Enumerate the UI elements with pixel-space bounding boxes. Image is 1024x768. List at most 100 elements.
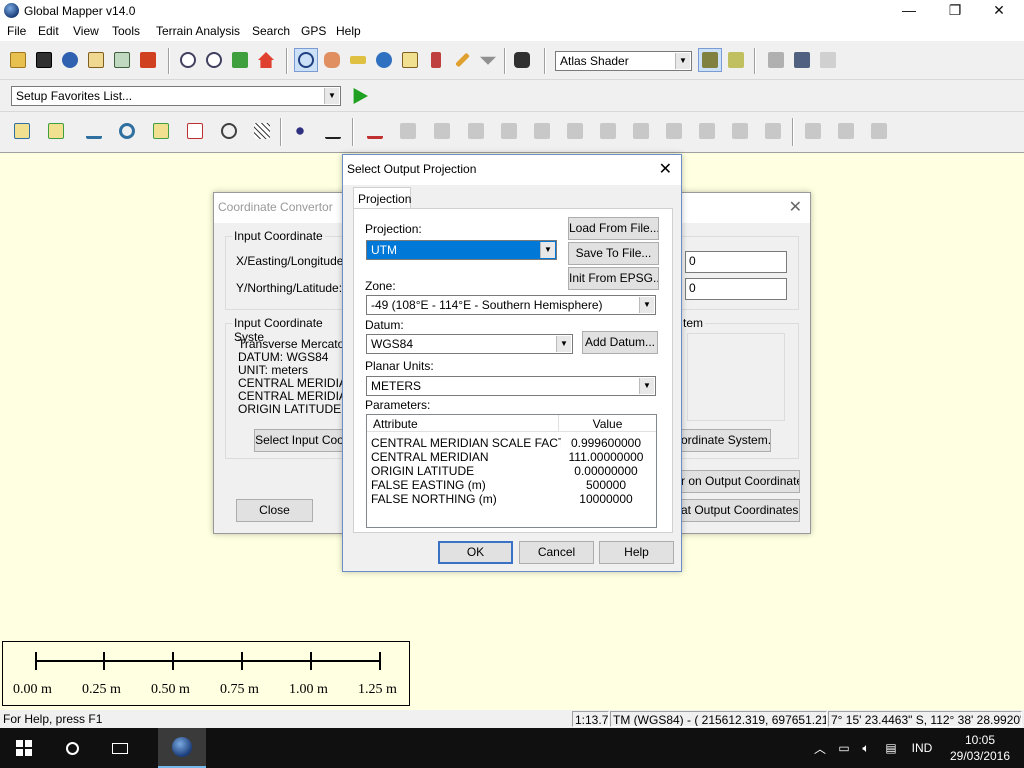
3d-view-button[interactable]: [724, 48, 748, 72]
menu-help[interactable]: Help: [336, 24, 361, 38]
home-button[interactable]: [254, 48, 278, 72]
minimize-button[interactable]: —: [886, 0, 932, 22]
col-value-header[interactable]: Value: [559, 415, 656, 432]
col-attribute-header[interactable]: Attribute: [367, 415, 559, 432]
notification-icon[interactable]: ▤: [880, 728, 902, 768]
config-button[interactable]: [136, 48, 160, 72]
parameters-table[interactable]: Attribute Value CENTRAL MERIDIAN SCALE F…: [366, 414, 657, 528]
close-icon[interactable]: ✕: [659, 159, 672, 179]
format-output-button[interactable]: at Output Coordinates...: [681, 499, 800, 522]
close-icon[interactable]: ✕: [789, 197, 802, 217]
table-row[interactable]: FALSE NORTHING (m) 10000000: [371, 492, 651, 506]
open-file-button[interactable]: [6, 48, 30, 72]
zoom-out-button[interactable]: [202, 48, 226, 72]
view-shed-button[interactable]: [424, 48, 448, 72]
planar-units-select[interactable]: METERS ▼: [366, 376, 656, 396]
table-row[interactable]: ORIGIN LATITUDE 0.00000000: [371, 464, 651, 478]
add-datum-button[interactable]: Add Datum...: [582, 331, 658, 354]
measure-tool-button[interactable]: [346, 48, 370, 72]
table-row[interactable]: CENTRAL MERIDIAN SCALE FACT... 0.99960000…: [371, 436, 651, 450]
export-button[interactable]: [764, 48, 788, 72]
projection-select[interactable]: UTM ▼: [366, 240, 557, 260]
load-from-file-button[interactable]: Load From File...: [568, 217, 659, 240]
pan-tool-button[interactable]: [320, 48, 344, 72]
create-rect-button[interactable]: [41, 116, 71, 146]
edit-line-button[interactable]: [360, 116, 390, 146]
gps-button[interactable]: [510, 48, 534, 72]
cogo-button[interactable]: [180, 116, 210, 146]
create-area-button[interactable]: [7, 116, 37, 146]
dropdown-tool-button[interactable]: [476, 48, 500, 72]
menu-file[interactable]: File: [7, 24, 26, 38]
maximize-button[interactable]: ❐: [932, 0, 978, 22]
path-profile-button[interactable]: [398, 48, 422, 72]
zone-select[interactable]: -49 (108°E - 114°E - Southern Hemisphere…: [366, 295, 656, 315]
network-icon[interactable]: ▭: [834, 728, 854, 768]
help-button[interactable]: Help: [599, 541, 674, 564]
disabled-tool-4[interactable]: [494, 116, 524, 146]
ok-button[interactable]: OK: [438, 541, 513, 564]
disabled-tool-13[interactable]: [798, 116, 828, 146]
menu-edit[interactable]: Edit: [38, 24, 59, 38]
disabled-tool-2[interactable]: [427, 116, 457, 146]
menu-tools[interactable]: Tools: [112, 24, 140, 38]
disabled-tool-10[interactable]: [692, 116, 722, 146]
close-window-button[interactable]: ✕: [976, 0, 1022, 22]
chevron-up-icon[interactable]: ︿: [810, 728, 830, 768]
disabled-tool-14[interactable]: [831, 116, 861, 146]
disabled-tool-1[interactable]: [393, 116, 423, 146]
close-button[interactable]: Close: [236, 499, 313, 522]
menu-gps[interactable]: GPS: [301, 24, 326, 38]
disabled-tool-11[interactable]: [725, 116, 755, 146]
menu-search[interactable]: Search: [252, 24, 290, 38]
task-view-button[interactable]: [96, 728, 144, 768]
taskbar-app-global-mapper[interactable]: [158, 728, 206, 768]
screen-capture-button[interactable]: [790, 48, 814, 72]
insert-vertex-button[interactable]: [318, 116, 348, 146]
tab-projection[interactable]: Projection: [353, 187, 411, 209]
disabled-tool-8[interactable]: [626, 116, 656, 146]
vertex-button[interactable]: [285, 116, 315, 146]
language-indicator[interactable]: IND: [906, 728, 938, 768]
center-output-button[interactable]: r on Output Coordinates: [681, 470, 800, 493]
grid-button[interactable]: [247, 116, 277, 146]
output-y-field[interactable]: 0: [685, 278, 787, 300]
favorites-select[interactable]: Setup Favorites List... ▼: [11, 86, 341, 106]
search-button[interactable]: [48, 728, 96, 768]
cancel-button[interactable]: Cancel: [519, 541, 594, 564]
volume-icon[interactable]: 🔈︎: [856, 728, 876, 768]
disabled-tool-9[interactable]: [659, 116, 689, 146]
table-row[interactable]: CENTRAL MERIDIAN 111.00000000: [371, 450, 651, 464]
create-line-button[interactable]: [79, 116, 109, 146]
shader-select[interactable]: Atlas Shader ▼: [555, 51, 692, 71]
save-button[interactable]: [32, 48, 56, 72]
init-from-epsg-button[interactable]: Init From EPSG...: [568, 267, 659, 290]
digitizer-button[interactable]: [450, 48, 474, 72]
datum-select[interactable]: WGS84 ▼: [366, 334, 573, 354]
clock[interactable]: 10:05 29/03/2016: [940, 732, 1020, 764]
info-tool-button[interactable]: [372, 48, 396, 72]
zoom-in-button[interactable]: [176, 48, 200, 72]
disabled-tool-7[interactable]: [593, 116, 623, 146]
menu-terrain-analysis[interactable]: Terrain Analysis: [156, 24, 240, 38]
workspace-button[interactable]: [110, 48, 134, 72]
zoom-full-button[interactable]: [228, 48, 252, 72]
star-button[interactable]: [816, 48, 840, 72]
range-ring-button[interactable]: [214, 116, 244, 146]
create-circle-button[interactable]: [112, 116, 142, 146]
disabled-tool-12[interactable]: [758, 116, 788, 146]
zoom-tool-button[interactable]: [294, 48, 318, 72]
start-button[interactable]: [0, 728, 48, 768]
run-favorite-button[interactable]: [348, 84, 372, 108]
disabled-tool-3[interactable]: [461, 116, 491, 146]
disabled-tool-6[interactable]: [560, 116, 590, 146]
disabled-tool-15[interactable]: [864, 116, 894, 146]
select-input-system-button[interactable]: Select Input Coo: [254, 429, 344, 452]
save-to-file-button[interactable]: Save To File...: [568, 242, 659, 265]
create-buffer-button[interactable]: [146, 116, 176, 146]
select-output-system-button[interactable]: ordinate System...: [681, 429, 771, 452]
overlay-control-button[interactable]: [84, 48, 108, 72]
menu-view[interactable]: View: [73, 24, 99, 38]
output-x-field[interactable]: 0: [685, 251, 787, 273]
disabled-tool-5[interactable]: [527, 116, 557, 146]
